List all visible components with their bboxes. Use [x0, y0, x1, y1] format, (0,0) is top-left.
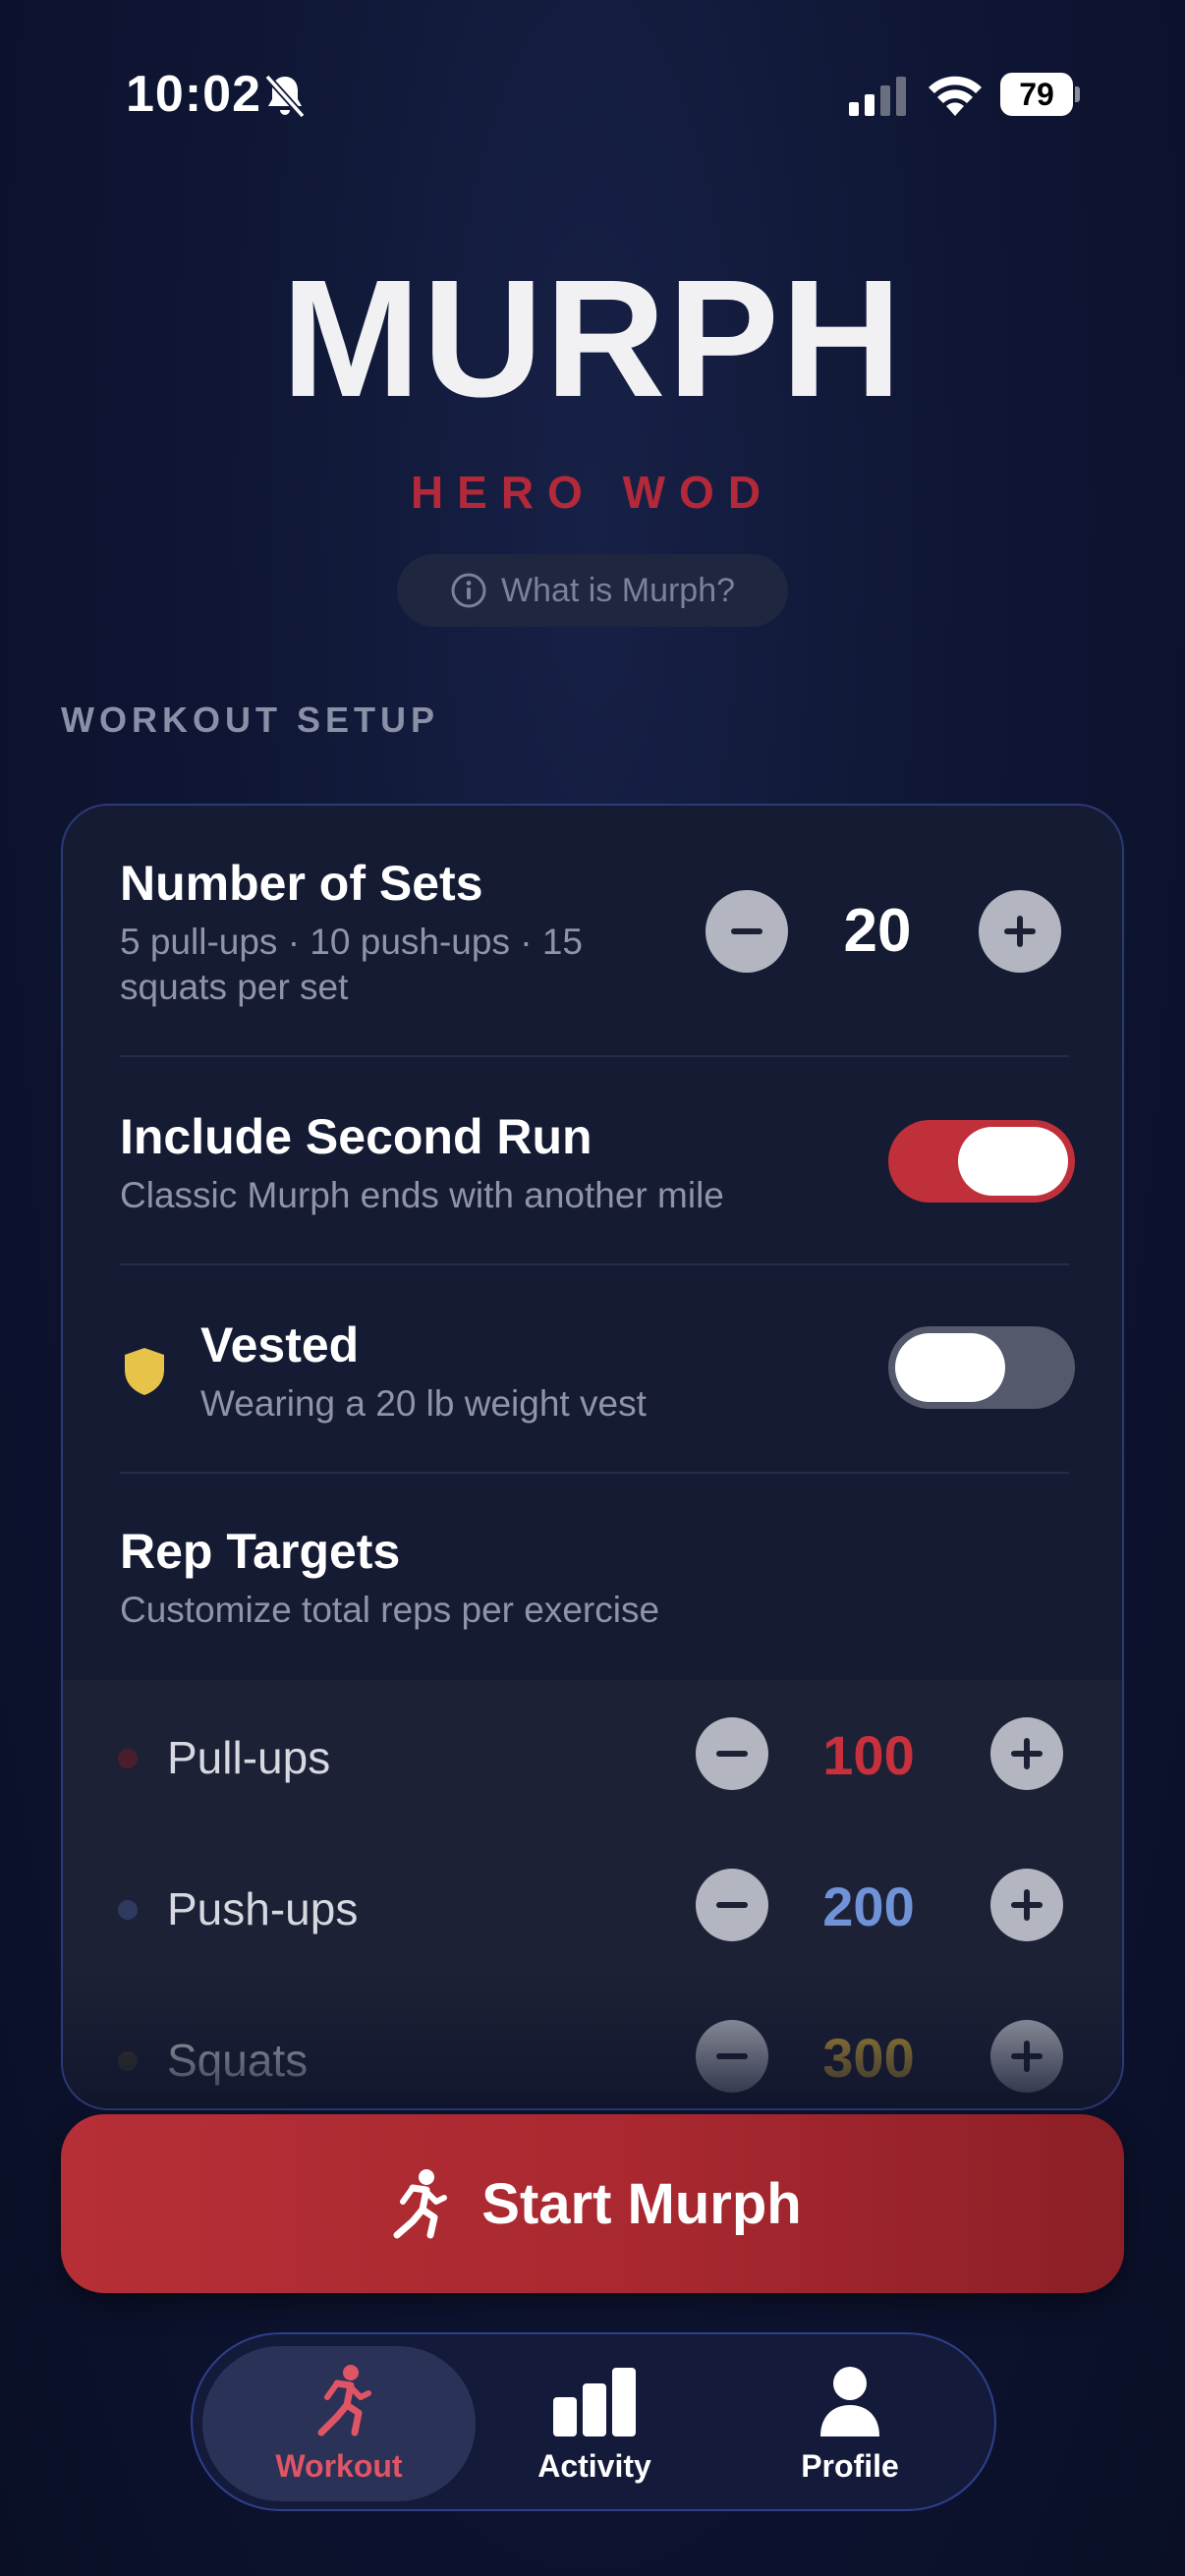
sets-value: 20 [843, 897, 912, 965]
wifi-icon [929, 76, 982, 116]
section-label: WORKOUT SETUP [61, 700, 439, 740]
tab-activity[interactable]: Activity [458, 2346, 731, 2501]
vested-toggle[interactable] [888, 1326, 1075, 1409]
pull-ups-dot [118, 1749, 138, 1768]
rep-targets-header: Rep Targets Customize total reps per exe… [120, 1523, 1069, 1633]
second-run-subtitle: Classic Murph ends with another mile [120, 1175, 724, 1215]
push-ups-decrement-button[interactable] [696, 1869, 768, 1941]
cellular-signal-icon [849, 77, 906, 116]
tab-activity-label: Activity [537, 2447, 651, 2484]
minus-icon [716, 1902, 748, 1908]
app-title: MURPH [281, 246, 904, 432]
sets-decrement-button[interactable] [705, 890, 788, 973]
toggle-knob [895, 1333, 1005, 1402]
rep-targets-subtitle: Customize total reps per exercise [120, 1590, 660, 1630]
pull-ups-decrement-button[interactable] [696, 1717, 768, 1790]
status-time: 10:02 [126, 66, 261, 123]
push-ups-dot [118, 1900, 138, 1920]
battery-level: 79 [1000, 73, 1073, 116]
what-is-murph-label: What is Murph? [500, 571, 736, 609]
minus-icon [731, 928, 762, 934]
second-run-toggle[interactable] [888, 1120, 1075, 1203]
second-run-row: Include Second Run Classic Murph ends wi… [120, 1108, 867, 1218]
workout-setup-card: Number of Sets 5 pull-ups · 10 push-ups … [61, 804, 1124, 2110]
sets-subtitle: 5 pull-ups · 10 push-ups · 15 squats per… [120, 922, 583, 1007]
info-icon [451, 573, 486, 608]
squats-dot [118, 2051, 138, 2071]
status-bar: 10:02 79 [0, 0, 1185, 196]
sets-row: Number of Sets 5 pull-ups · 10 push-ups … [120, 855, 670, 1010]
vested-row: Vested Wearing a 20 lb weight vest [200, 1316, 849, 1427]
tab-profile[interactable]: Profile [713, 2346, 987, 2501]
push-ups-value: 200 [822, 1876, 915, 1937]
app-subtitle: HERO WOD [410, 467, 775, 518]
pull-ups-label: Pull-ups [167, 1732, 331, 1783]
run-icon [393, 2169, 448, 2239]
divider [120, 1055, 1069, 1057]
minus-icon [716, 2053, 748, 2059]
tab-profile-label: Profile [801, 2447, 899, 2484]
divider [120, 1263, 1069, 1265]
person-icon [820, 2366, 879, 2436]
sets-title: Number of Sets [120, 856, 483, 911]
second-run-title: Include Second Run [120, 1109, 592, 1164]
plus-icon [1011, 1889, 1043, 1921]
squats-increment-button[interactable] [990, 2020, 1063, 2093]
rep-targets-list: Pull-ups 100 Push-ups 200 Squats 300 [63, 1680, 1122, 2108]
start-murph-label: Start Murph [481, 2171, 802, 2236]
run-icon [317, 2364, 371, 2436]
push-ups-label: Push-ups [167, 1883, 359, 1934]
shield-icon [125, 1348, 164, 1395]
tab-workout-label: Workout [275, 2447, 403, 2484]
bell-slash-icon [264, 74, 306, 119]
battery-cap [1075, 86, 1080, 102]
chart-bars-icon [553, 2367, 636, 2436]
start-murph-button[interactable]: Start Murph [61, 2114, 1124, 2293]
plus-icon [1011, 1738, 1043, 1769]
vested-subtitle: Wearing a 20 lb weight vest [200, 1383, 647, 1424]
tab-workout[interactable]: Workout [202, 2346, 476, 2501]
minus-icon [716, 1751, 748, 1757]
what-is-murph-button[interactable]: What is Murph? [397, 554, 788, 627]
battery-indicator: 79 [1000, 73, 1080, 116]
divider [120, 1472, 1069, 1474]
rep-targets-title: Rep Targets [120, 1524, 401, 1579]
tab-bar: Workout Activity Profile [191, 2332, 996, 2511]
vested-title: Vested [200, 1317, 360, 1372]
sets-increment-button[interactable] [979, 890, 1061, 973]
plus-icon [1011, 2041, 1043, 2072]
pull-ups-increment-button[interactable] [990, 1717, 1063, 1790]
squats-value: 300 [822, 2027, 915, 2089]
squats-decrement-button[interactable] [696, 2020, 768, 2093]
plus-icon [1004, 916, 1036, 947]
squats-label: Squats [167, 2035, 309, 2086]
pull-ups-value: 100 [822, 1724, 915, 1786]
push-ups-increment-button[interactable] [990, 1869, 1063, 1941]
toggle-knob [958, 1127, 1068, 1196]
